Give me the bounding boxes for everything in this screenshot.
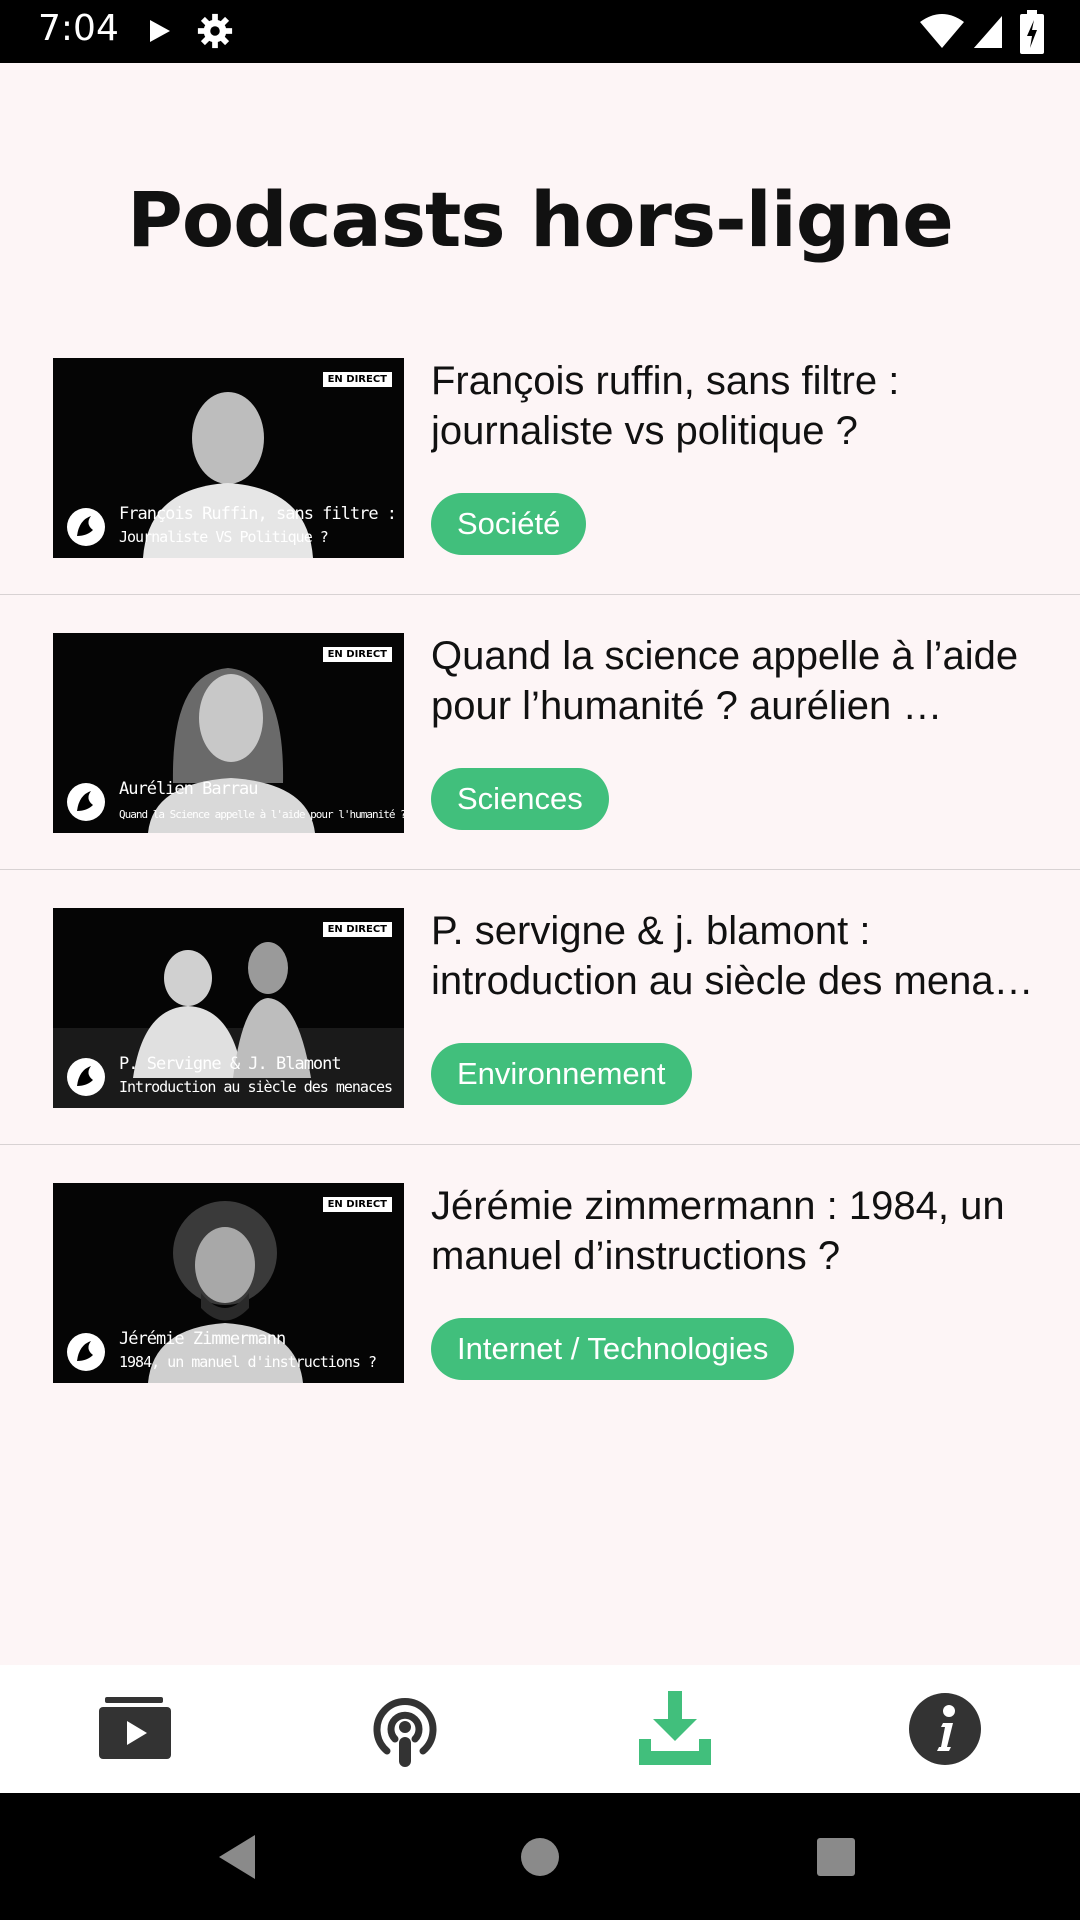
thumbnail-caption: Jérémie Zimmermann	[119, 1329, 286, 1349]
podcast-thumbnail[interactable]: EN DIRECT Jérémie Zimmermann 1984, un ma…	[53, 1183, 404, 1383]
back-icon[interactable]	[215, 1833, 259, 1881]
live-badge: EN DIRECT	[322, 922, 392, 937]
podcast-title[interactable]: P. servigne & j. blamont : introduction …	[431, 906, 1056, 1006]
podcast-title[interactable]: Quand la science appelle à l’aide pour l…	[431, 631, 1056, 731]
logo-icon	[67, 508, 105, 546]
list-item[interactable]: EN DIRECT Aurélien Barrau Quand la Scien…	[0, 595, 1080, 870]
thumbnail-subcaption: Journaliste VS Politique ?	[119, 528, 329, 546]
nav-downloads-button[interactable]	[540, 1665, 810, 1793]
status-bar: 7:04	[0, 0, 1080, 63]
list-item[interactable]: EN DIRECT P. Servigne & J. Blamont Intro…	[0, 870, 1080, 1145]
live-badge: EN DIRECT	[322, 647, 392, 662]
podcast-title[interactable]: Jérémie zimmermann : 1984, un manuel d’i…	[431, 1181, 1056, 1281]
gear-icon	[197, 13, 233, 49]
podcast-title[interactable]: François ruffin, sans filtre : journalis…	[431, 356, 1056, 456]
video-folder-icon	[99, 1697, 171, 1759]
list-item[interactable]: EN DIRECT Jérémie Zimmermann 1984, un ma…	[0, 1145, 1080, 1420]
podcast-thumbnail[interactable]: EN DIRECT François Ruffin, sans filtre :…	[53, 358, 404, 558]
system-navigation-bar	[0, 1793, 1080, 1920]
live-badge: EN DIRECT	[322, 372, 392, 387]
nav-videos-button[interactable]	[0, 1665, 270, 1793]
download-icon	[639, 1691, 711, 1765]
podcast-thumbnail[interactable]: EN DIRECT Aurélien Barrau Quand la Scien…	[53, 633, 404, 833]
thumbnail-caption: François Ruffin, sans filtre :	[119, 504, 397, 524]
thumbnail-subcaption: Introduction au siècle des menaces	[119, 1078, 393, 1096]
thumbnail-caption: Aurélien Barrau	[119, 779, 259, 799]
battery-icon	[1020, 10, 1044, 54]
status-time: 7:04	[38, 8, 119, 49]
podcast-icon	[373, 1698, 437, 1767]
recent-apps-icon[interactable]	[816, 1837, 856, 1877]
logo-icon	[67, 783, 105, 821]
live-badge: EN DIRECT	[322, 1197, 392, 1212]
home-icon[interactable]	[520, 1837, 560, 1877]
page-title: Podcasts hors-ligne	[127, 175, 954, 264]
bottom-navigation	[0, 1665, 1080, 1793]
category-tag[interactable]: Société	[431, 493, 587, 555]
list-item[interactable]: EN DIRECT François Ruffin, sans filtre :…	[0, 320, 1080, 595]
thumbnail-caption: P. Servigne & J. Blamont	[119, 1054, 342, 1074]
logo-icon	[67, 1058, 105, 1096]
signal-icon	[974, 16, 1002, 48]
logo-icon	[67, 1333, 105, 1371]
thumbnail-subcaption: 1984, un manuel d'instructions ?	[119, 1353, 377, 1371]
info-icon	[909, 1693, 981, 1765]
category-tag[interactable]: Internet / Technologies	[431, 1318, 795, 1380]
nav-podcasts-button[interactable]	[270, 1665, 540, 1793]
podcast-thumbnail[interactable]: EN DIRECT P. Servigne & J. Blamont Intro…	[53, 908, 404, 1108]
category-tag[interactable]: Sciences	[431, 768, 609, 830]
play-icon	[150, 20, 170, 42]
wifi-icon	[920, 14, 964, 48]
category-tag[interactable]: Environnement	[431, 1043, 692, 1105]
thumbnail-subcaption: Quand la Science appelle à l'aide pour l…	[119, 808, 404, 821]
nav-info-button[interactable]	[810, 1665, 1080, 1793]
podcast-list: EN DIRECT François Ruffin, sans filtre :…	[0, 320, 1080, 1420]
